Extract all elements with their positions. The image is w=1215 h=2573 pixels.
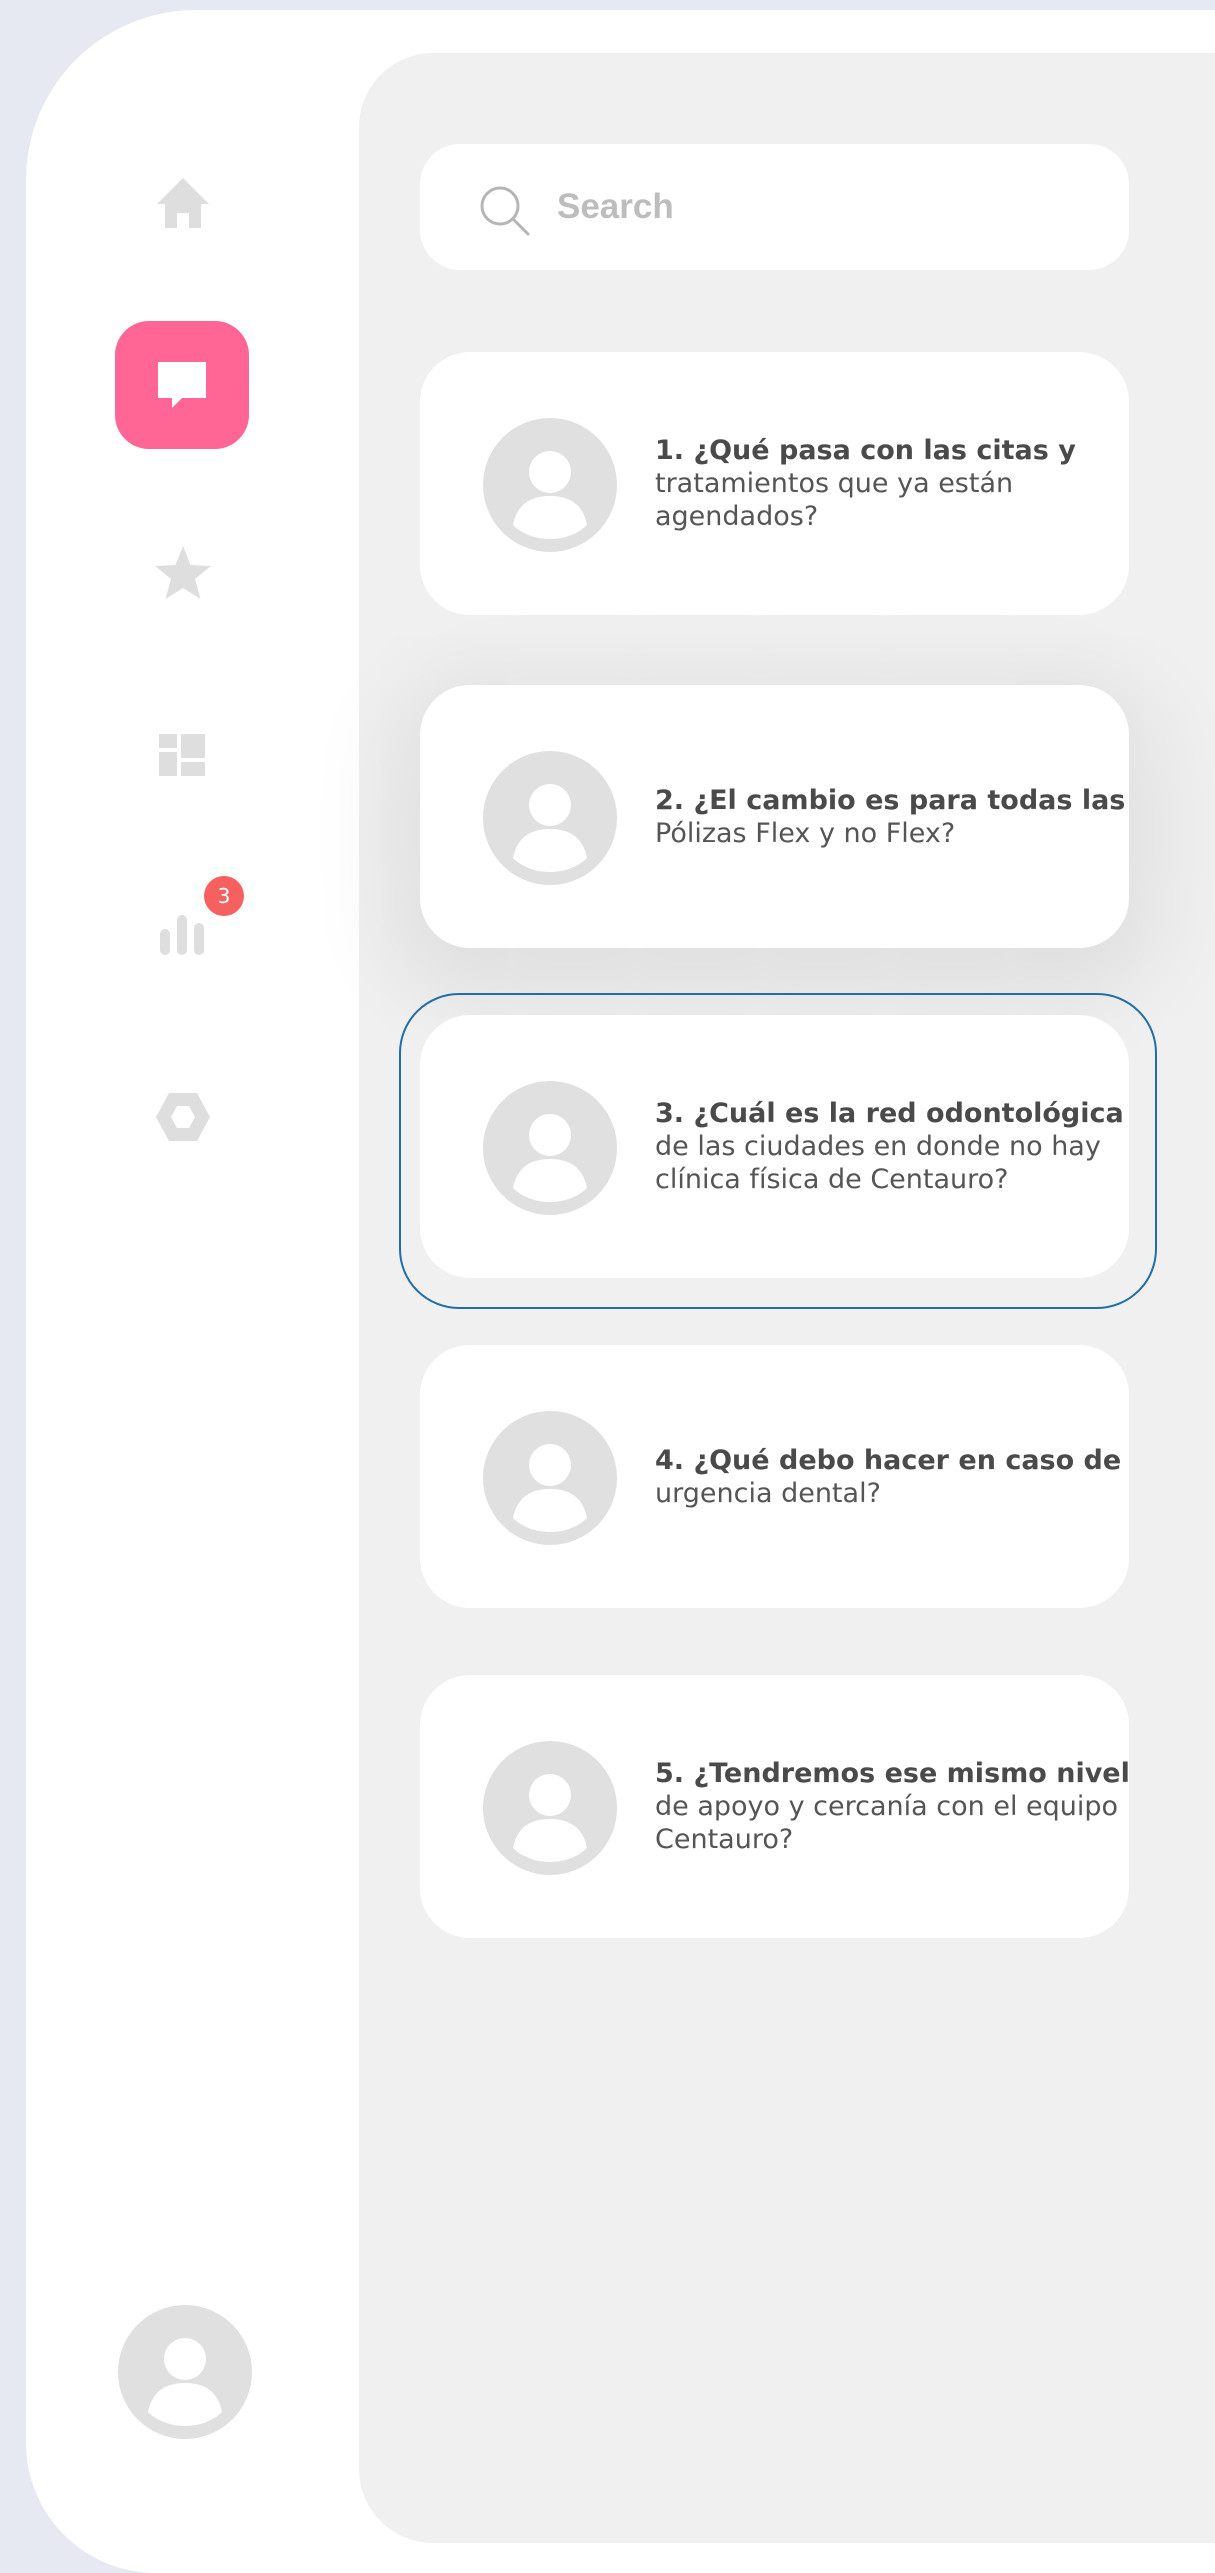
faq-title: 3. ¿Cuál es la red odontológica [655, 1098, 1124, 1129]
nav-settings[interactable] [152, 1090, 214, 1144]
search-input[interactable]: Search [557, 144, 674, 270]
faq-body-line: urgencia dental? [655, 1477, 881, 1509]
faq-title: 2. ¿El cambio es para todas las [655, 784, 1126, 816]
user-avatar[interactable] [118, 2305, 252, 2439]
faq-text: 3. ¿Cuál es la red odontológica de las c… [655, 1015, 1125, 1278]
faq-body-line: agendados? [655, 501, 819, 532]
nav-favorites[interactable] [150, 540, 216, 606]
avatar [483, 1411, 617, 1545]
faq-card-1[interactable]: 1. ¿Qué pasa con las citas y tratamiento… [420, 352, 1129, 615]
nav-messages[interactable] [115, 321, 249, 449]
avatar [483, 1741, 617, 1875]
faq-text: 2. ¿El cambio es para todas las Pólizas … [655, 685, 1125, 948]
nav-dashboard[interactable] [156, 732, 208, 778]
faq-body-line: tratamientos que ya están [655, 468, 1014, 499]
search-icon [480, 186, 530, 236]
nav-home[interactable] [150, 172, 216, 234]
faq-body-line: Centauro? [655, 1824, 794, 1855]
faq-text: 5. ¿Tendremos ese mismo nivel de apoyo y… [655, 1675, 1130, 1938]
faq-card-4[interactable]: 4. ¿Qué debo hacer en caso de urgencia d… [420, 1345, 1129, 1608]
avatar [483, 1081, 617, 1215]
faq-body-line: de las ciudades en donde no hay [655, 1131, 1101, 1162]
faq-title: 5. ¿Tendremos ese mismo nivel [655, 1758, 1130, 1789]
avatar-icon [148, 2338, 222, 2426]
faq-title: 1. ¿Qué pasa con las citas y [655, 435, 1076, 466]
faq-text: 4. ¿Qué debo hacer en caso de urgencia d… [655, 1345, 1125, 1608]
faq-card-3[interactable]: 3. ¿Cuál es la red odontológica de las c… [420, 1015, 1129, 1278]
notification-badge: 3 [204, 876, 244, 916]
avatar-icon [513, 1444, 587, 1532]
faq-card-5[interactable]: 5. ¿Tendremos ese mismo nivel de apoyo y… [420, 1675, 1130, 1938]
faq-card-2[interactable]: 2. ¿El cambio es para todas las Pólizas … [420, 685, 1129, 948]
avatar-icon [513, 451, 587, 539]
avatar [483, 751, 617, 885]
avatar-icon [513, 784, 587, 872]
faq-body-line: clínica física de Centauro? [655, 1164, 1009, 1195]
faq-body-line: Pólizas Flex y no Flex? [655, 817, 956, 849]
faq-title: 4. ¿Qué debo hacer en caso de [655, 1444, 1122, 1476]
chat-icon [158, 362, 206, 408]
hexagon-icon [156, 1093, 210, 1141]
avatar-icon [513, 1774, 587, 1862]
avatar-icon [513, 1114, 587, 1202]
faq-body-line: de apoyo y cercanía con el equipo [655, 1791, 1119, 1822]
star-icon [155, 546, 211, 599]
avatar [483, 418, 617, 552]
search-bar[interactable]: Search [420, 144, 1129, 270]
home-icon [157, 178, 209, 228]
nav-stats[interactable] [156, 906, 208, 958]
bar-chart-icon [160, 915, 204, 955]
dashboard-icon [159, 734, 205, 776]
faq-text: 1. ¿Qué pasa con las citas y tratamiento… [655, 352, 1125, 615]
